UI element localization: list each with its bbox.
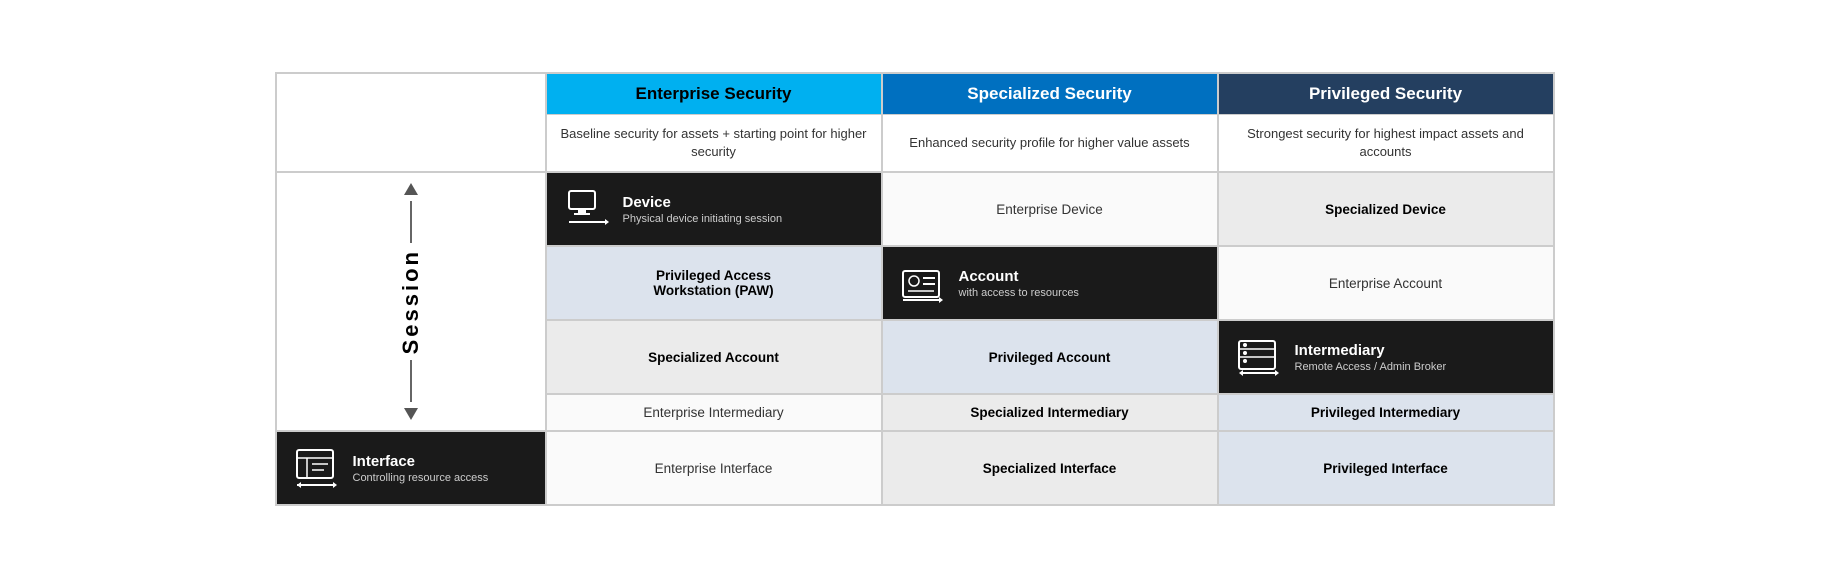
intermediary-privileged-cell: Privileged Intermediary bbox=[1218, 394, 1554, 431]
header-empty-1 bbox=[276, 73, 546, 115]
table-grid: Enterprise Security Specialized Security… bbox=[276, 73, 1554, 505]
enterprise-subtitle: Baseline security for assets + starting … bbox=[546, 115, 882, 172]
intermediary-privileged-value: Privileged Intermediary bbox=[1311, 405, 1460, 420]
arrow-down-icon bbox=[404, 408, 418, 420]
device-row-text: Device Physical device initiating sessio… bbox=[623, 194, 783, 225]
account-enterprise-cell: Enterprise Account bbox=[1218, 246, 1554, 320]
account-privileged-cell: Privileged Account bbox=[882, 320, 1218, 394]
device-specialized-value: Specialized Device bbox=[1325, 202, 1446, 217]
interface-specialized-cell: Specialized Interface bbox=[882, 431, 1218, 505]
account-row-label: Account with access to resources bbox=[882, 246, 1218, 320]
intermediary-row-label: Intermediary Remote Access / Admin Broke… bbox=[1218, 320, 1554, 394]
intermediary-title: Intermediary bbox=[1295, 342, 1447, 359]
account-specialized-cell: Specialized Account bbox=[546, 320, 882, 394]
device-subtitle: Physical device initiating session bbox=[623, 213, 783, 225]
interface-row-text: Interface Controlling resource access bbox=[353, 453, 489, 484]
interface-specialized-value: Specialized Interface bbox=[983, 461, 1117, 476]
header-empty-2 bbox=[276, 115, 546, 172]
header-privileged: Privileged Security bbox=[1218, 73, 1554, 115]
account-enterprise-value: Enterprise Account bbox=[1329, 276, 1442, 291]
intermediary-subtitle: Remote Access / Admin Broker bbox=[1295, 361, 1447, 373]
header-specialized: Specialized Security bbox=[882, 73, 1218, 115]
privileged-subtitle: Strongest security for highest impact as… bbox=[1218, 115, 1554, 172]
main-table: Enterprise Security Specialized Security… bbox=[275, 72, 1555, 506]
intermediary-specialized-cell: Specialized Intermediary bbox=[882, 394, 1218, 431]
account-subtitle: with access to resources bbox=[959, 287, 1079, 299]
arrow-up-icon bbox=[404, 183, 418, 195]
account-icon bbox=[899, 259, 947, 307]
device-specialized-cell: Specialized Device bbox=[1218, 172, 1554, 246]
intermediary-enterprise-cell: Enterprise Intermediary bbox=[546, 394, 882, 431]
session-label: Session bbox=[398, 249, 424, 354]
device-enterprise-cell: Enterprise Device bbox=[882, 172, 1218, 246]
intermediary-specialized-value: Specialized Intermediary bbox=[970, 405, 1128, 420]
intermediary-row-text: Intermediary Remote Access / Admin Broke… bbox=[1295, 342, 1447, 373]
interface-subtitle: Controlling resource access bbox=[353, 472, 489, 484]
device-privileged-cell: Privileged AccessWorkstation (PAW) bbox=[546, 246, 882, 320]
device-icon bbox=[563, 185, 611, 233]
header-enterprise: Enterprise Security bbox=[546, 73, 882, 115]
interface-privileged-cell: Privileged Interface bbox=[1218, 431, 1554, 505]
account-title: Account bbox=[959, 268, 1079, 285]
interface-enterprise-value: Enterprise Interface bbox=[655, 461, 773, 476]
interface-enterprise-cell: Enterprise Interface bbox=[546, 431, 882, 505]
account-row-text: Account with access to resources bbox=[959, 268, 1079, 299]
account-specialized-value: Specialized Account bbox=[648, 350, 779, 365]
device-title: Device bbox=[623, 194, 783, 211]
device-row-label: Device Physical device initiating sessio… bbox=[546, 172, 882, 246]
interface-title: Interface bbox=[353, 453, 489, 470]
device-privileged-value: Privileged AccessWorkstation (PAW) bbox=[653, 268, 773, 298]
interface-icon bbox=[293, 444, 341, 492]
session-line-top bbox=[410, 201, 412, 243]
interface-privileged-value: Privileged Interface bbox=[1323, 461, 1448, 476]
privileged-title: Privileged Security bbox=[1309, 84, 1462, 104]
session-line-bottom bbox=[410, 360, 412, 402]
interface-row-label: Interface Controlling resource access bbox=[276, 431, 546, 505]
account-privileged-value: Privileged Account bbox=[989, 350, 1111, 365]
specialized-subtitle: Enhanced security profile for higher val… bbox=[882, 115, 1218, 172]
session-column: Session bbox=[276, 172, 546, 431]
specialized-title: Specialized Security bbox=[967, 84, 1131, 104]
enterprise-title: Enterprise Security bbox=[636, 84, 792, 104]
intermediary-icon bbox=[1235, 333, 1283, 381]
intermediary-enterprise-value: Enterprise Intermediary bbox=[643, 405, 783, 420]
device-enterprise-value: Enterprise Device bbox=[996, 202, 1103, 217]
